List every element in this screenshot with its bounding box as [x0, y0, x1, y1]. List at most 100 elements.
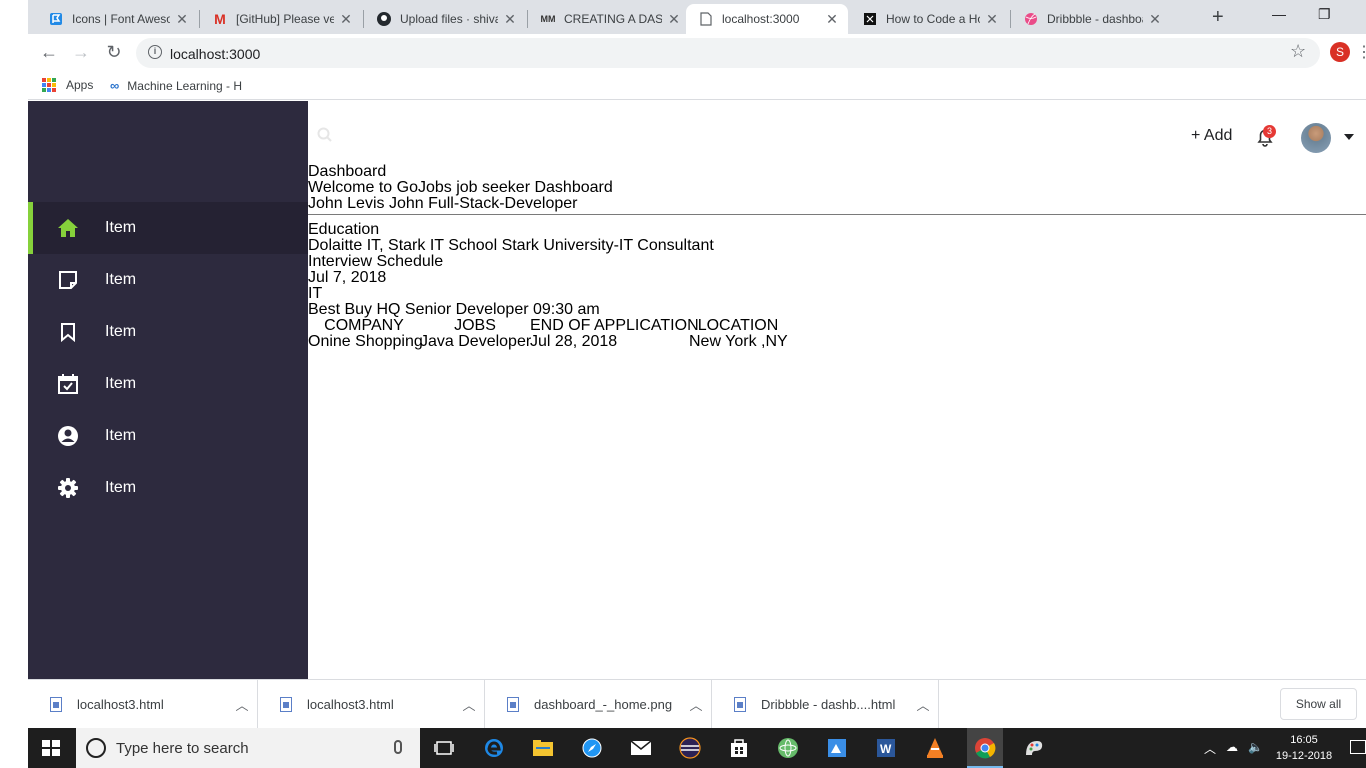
- close-icon[interactable]: ✕: [338, 11, 354, 28]
- system-clock[interactable]: 16:05 19-12-2018: [1272, 732, 1336, 764]
- download-item[interactable]: localhost3.html ︿: [28, 680, 258, 729]
- bookmark-label: Machine Learning - H: [127, 78, 243, 93]
- close-icon[interactable]: ✕: [984, 11, 1000, 28]
- chevron-up-icon[interactable]: ︿: [681, 695, 711, 714]
- profile-line: John Levis John Full-Stack-Developer: [308, 195, 578, 212]
- home-icon: [56, 216, 80, 240]
- table-cell: Jul 28, 2018: [530, 333, 618, 350]
- edge-icon[interactable]: [482, 736, 506, 760]
- close-icon[interactable]: ✕: [174, 11, 190, 28]
- windows-start-icon[interactable]: [42, 740, 60, 756]
- close-icon[interactable]: ✕: [1147, 11, 1163, 28]
- vlc-icon[interactable]: [923, 736, 947, 760]
- tab-title: [GitHub] Please verify: [236, 12, 334, 26]
- sidebar-item-bookmark[interactable]: Item: [28, 306, 308, 358]
- store-icon[interactable]: [727, 736, 751, 760]
- download-item[interactable]: dashboard_-_home.png ︿: [485, 680, 712, 729]
- active-indicator: [28, 202, 33, 254]
- close-icon[interactable]: ✕: [502, 11, 518, 28]
- image-viewer-icon[interactable]: [825, 736, 849, 760]
- atom-icon[interactable]: [776, 736, 800, 760]
- show-all-button[interactable]: Show all: [1280, 688, 1357, 720]
- tab-font-awesome[interactable]: Icons | Font Awesome ✕: [36, 4, 198, 34]
- table-header-cell: JOBS: [454, 317, 496, 334]
- sidebar-item-label: Item: [105, 271, 137, 288]
- sidebar: Item Item Item Item Item Item: [28, 101, 308, 679]
- notification-center-icon[interactable]: [1350, 740, 1366, 754]
- reload-button[interactable]: ↻: [103, 42, 125, 63]
- restore-button[interactable]: ❐: [1318, 6, 1331, 23]
- chevron-up-icon[interactable]: ︿: [1204, 740, 1216, 757]
- table-cell: Onine Shopping: [308, 333, 423, 350]
- education-detail: Dolaitte IT, Stark IT School Stark Unive…: [308, 237, 714, 254]
- tab-localhost[interactable]: localhost:3000 ✕: [686, 4, 848, 34]
- network-icon[interactable]: ☁: [1226, 740, 1238, 754]
- sidebar-item-home[interactable]: Item: [28, 202, 308, 254]
- tab-gmail[interactable]: M [GitHub] Please verify ✕: [200, 4, 362, 34]
- star-icon[interactable]: ☆: [1290, 41, 1306, 62]
- tab-title: Upload files · shiva: [400, 12, 498, 26]
- download-item[interactable]: localhost3.html ︿: [258, 680, 485, 729]
- interview-heading: Interview Schedule: [308, 253, 444, 270]
- interview-date: Jul 7, 2018: [308, 269, 387, 286]
- add-button[interactable]: + Add: [1191, 127, 1232, 145]
- chevron-up-icon[interactable]: ︿: [908, 695, 938, 714]
- avatar[interactable]: [1301, 123, 1331, 153]
- main-content: + Add 3 Dashboard Welcome to GoJobs job …: [308, 101, 1366, 679]
- codepen-icon: [862, 11, 878, 27]
- screen: Icons | Font Awesome ✕ M [GitHub] Please…: [0, 0, 1366, 768]
- volume-icon[interactable]: 🔈: [1248, 740, 1263, 754]
- coursera-icon: ∞: [110, 78, 120, 93]
- svg-text:W: W: [880, 742, 892, 756]
- font-awesome-icon: [48, 11, 64, 27]
- chevron-down-icon[interactable]: [1344, 134, 1354, 140]
- close-icon[interactable]: ✕: [824, 11, 840, 28]
- mail-icon[interactable]: [629, 736, 653, 760]
- file-explorer-icon[interactable]: [531, 736, 555, 760]
- safari-icon[interactable]: [580, 736, 604, 760]
- image-file-icon: [507, 697, 519, 712]
- paint-icon[interactable]: [1022, 736, 1046, 760]
- bookmark-machine-learning[interactable]: ∞ Machine Learning - H: [110, 78, 242, 93]
- bookmarks-bar: Apps ∞ Machine Learning - H: [28, 72, 1366, 100]
- table-cell: New York ,NY: [689, 333, 788, 350]
- tab-dribbble[interactable]: Dribbble - dashboard ✕: [1011, 4, 1171, 34]
- new-tab-button[interactable]: +: [1212, 6, 1224, 29]
- sidebar-item-label: Item: [105, 323, 137, 340]
- download-item[interactable]: Dribbble - dashb....html ︿: [712, 680, 939, 729]
- forward-button[interactable]: →: [70, 42, 92, 63]
- bookmark-apps[interactable]: Apps: [42, 78, 93, 92]
- tab-github[interactable]: Upload files · shiva ✕: [364, 4, 526, 34]
- table-header-cell: LOCATION: [697, 317, 779, 334]
- sidebar-item-calendar[interactable]: Item: [28, 358, 308, 410]
- info-icon[interactable]: i: [148, 45, 162, 59]
- tab-codepen[interactable]: How to Code a Home ✕: [850, 4, 1008, 34]
- minimize-button[interactable]: —: [1272, 6, 1286, 22]
- close-icon[interactable]: ✕: [666, 11, 682, 28]
- microphone-icon[interactable]: [394, 740, 402, 754]
- word-icon[interactable]: W: [874, 736, 898, 760]
- back-button[interactable]: ←: [38, 42, 60, 63]
- chrome-icon[interactable]: [973, 736, 997, 760]
- sidebar-item-settings[interactable]: Item: [28, 462, 308, 514]
- sidebar-item-profile[interactable]: Item: [28, 410, 308, 462]
- eclipse-icon[interactable]: [678, 736, 702, 760]
- windows-taskbar: Type here to search W ︿ ☁ 🔈 16:05 19-12-…: [28, 728, 1366, 768]
- download-filename: dashboard_-_home.png: [534, 697, 673, 712]
- address-bar[interactable]: i localhost:3000: [136, 38, 1320, 68]
- chevron-up-icon[interactable]: ︿: [227, 695, 257, 714]
- search-icon[interactable]: [317, 127, 333, 148]
- education-heading: Education: [308, 221, 380, 238]
- table-header-cell: END OF APPLICATION: [530, 317, 699, 334]
- sidebar-item-note[interactable]: Item: [28, 254, 308, 306]
- menu-icon[interactable]: ⋮: [1356, 42, 1366, 62]
- profile-avatar[interactable]: S: [1330, 42, 1350, 62]
- search-placeholder: Type here to search: [116, 740, 249, 757]
- tab-title: Dribbble - dashboard: [1047, 12, 1143, 26]
- tab-mm[interactable]: MM CREATING A DASH ✕: [528, 4, 690, 34]
- taskbar-search[interactable]: Type here to search: [76, 728, 420, 768]
- sidebar-item-label: Item: [105, 219, 137, 236]
- task-view-icon[interactable]: [432, 736, 456, 760]
- download-filename: Dribbble - dashb....html: [761, 697, 896, 712]
- chevron-up-icon[interactable]: ︿: [454, 695, 484, 714]
